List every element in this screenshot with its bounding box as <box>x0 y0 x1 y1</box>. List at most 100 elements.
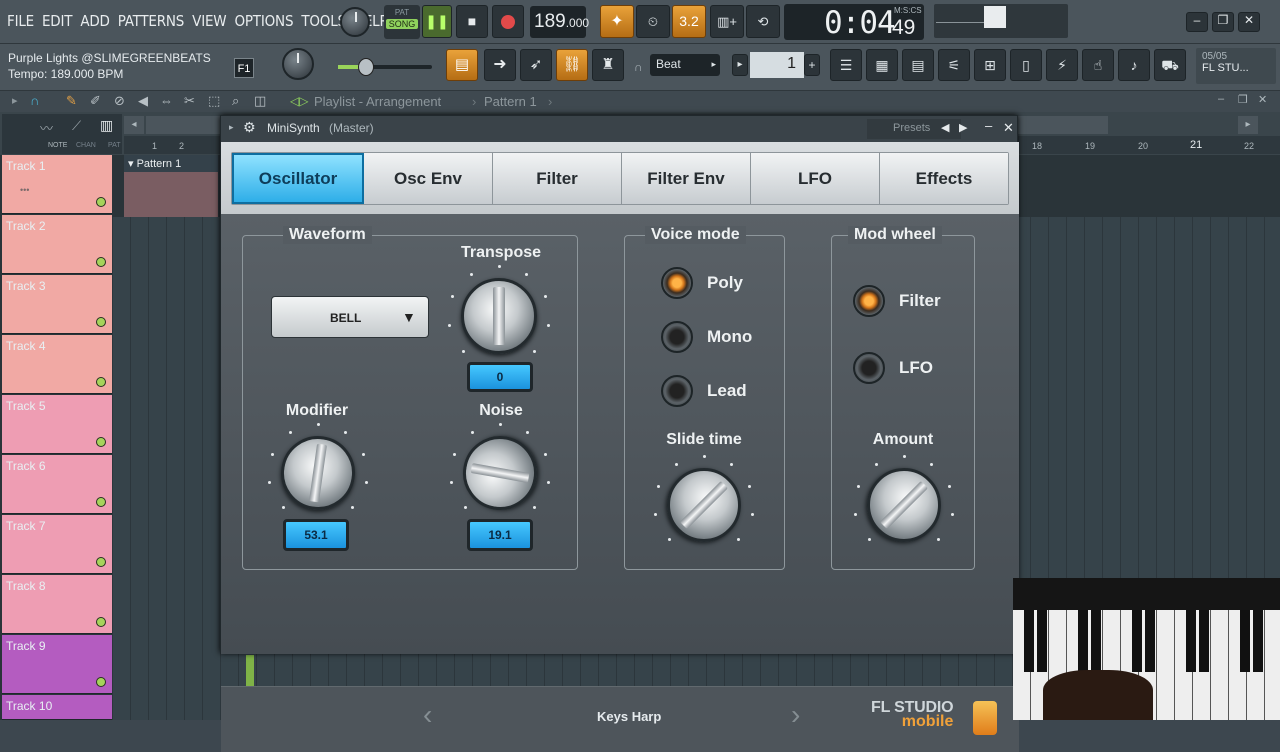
snap-select[interactable]: Beat ▸ <box>650 54 720 76</box>
track-header[interactable]: Track 4 <box>2 335 112 394</box>
track-header[interactable]: Track 10 <box>2 695 112 720</box>
menu-edit[interactable]: EDIT <box>41 12 73 30</box>
modifier-value[interactable]: 53.1 <box>283 519 349 551</box>
delete-icon[interactable]: ⊘ <box>114 93 125 109</box>
track-mute-led[interactable] <box>96 377 106 387</box>
tab-oscillator[interactable]: Oscillator <box>232 153 364 204</box>
select-icon[interactable]: ⬚ <box>208 93 220 109</box>
step-edit-button[interactable]: ➜ <box>484 49 516 81</box>
track-mute-led[interactable] <box>96 437 106 447</box>
menu-view[interactable]: VIEW <box>191 12 227 30</box>
track-header[interactable]: Track 5 <box>2 395 112 454</box>
menu-add[interactable]: ADD <box>79 12 110 30</box>
touch-controller-button[interactable]: ☝ <box>1082 49 1114 81</box>
gear-icon[interactable]: ⚙ <box>243 119 256 136</box>
track-mute-led[interactable] <box>96 317 106 327</box>
browser-button[interactable]: ⊞ <box>974 49 1006 81</box>
pattern-add-button[interactable]: + <box>804 54 820 76</box>
track-mute-led[interactable] <box>96 677 106 687</box>
blend-notes-button[interactable]: ▥+ <box>710 5 744 38</box>
project-info-button[interactable]: ▯ <box>1010 49 1042 81</box>
transpose-knob[interactable] <box>461 278 537 354</box>
toolbar-pat[interactable]: PAT <box>108 142 121 149</box>
menu-file[interactable]: FILE <box>6 12 35 30</box>
typing-keyboard-button[interactable]: ▤ <box>446 49 478 81</box>
zoom-icon[interactable]: ⌕ <box>232 93 239 109</box>
stop-button[interactable]: ■ <box>456 5 488 38</box>
track-header[interactable]: Track 1 ••• <box>2 155 112 214</box>
playlist-button[interactable]: ☰ <box>830 49 862 81</box>
preset-prev-icon[interactable]: ◀ <box>941 121 949 134</box>
pattern-prev-button[interactable]: ▸ <box>732 54 748 76</box>
master-volume-knob[interactable] <box>340 7 370 37</box>
multilink-button[interactable]: ⛓ <box>556 49 588 81</box>
menu-arrow-icon[interactable]: ▸ <box>229 122 234 133</box>
prev-preset-icon[interactable]: ‹ <box>423 699 432 731</box>
loop-record-button[interactable]: ⟲ <box>746 5 780 38</box>
waveform-select[interactable]: BELL ▼ <box>271 296 429 338</box>
automation-icon[interactable]: ⟋ <box>72 118 81 134</box>
shop-button[interactable]: ⛟ <box>1154 49 1186 81</box>
news-panel[interactable]: 05/05 FL STU... <box>1196 48 1276 84</box>
playlist-minimize-icon[interactable]: – <box>1218 93 1224 105</box>
waveform-icon[interactable]: 〰 <box>40 118 53 137</box>
pattern-number[interactable]: 1 <box>750 52 804 78</box>
noise-value[interactable]: 19.1 <box>467 519 533 551</box>
audio-settings-button[interactable]: ♪ <box>1118 49 1150 81</box>
menu-patterns[interactable]: PATTERNS <box>117 12 185 30</box>
restore-button[interactable]: ❐ <box>1212 12 1234 32</box>
menu-arrow-icon[interactable]: ▸ <box>12 94 18 107</box>
menu-options[interactable]: OPTIONS <box>233 12 294 30</box>
modwheel-lfo-radio[interactable] <box>853 352 885 384</box>
toolbar-note[interactable]: NOTE <box>48 142 67 149</box>
scroll-left-button[interactable]: ◂ <box>124 116 144 134</box>
voice-mono-radio[interactable] <box>661 321 693 353</box>
close-button[interactable]: ✕ <box>1238 12 1260 32</box>
tab-osc-env[interactable]: Osc Env <box>364 153 493 204</box>
time-display[interactable]: 0:04 M:S:CS 49 <box>784 4 924 41</box>
scroll-right-button[interactable]: ▸ <box>1238 116 1258 134</box>
transpose-value[interactable]: 0 <box>467 362 533 392</box>
brush-icon[interactable]: ✐ <box>90 93 101 109</box>
snap-button[interactable]: ➶ <box>520 49 552 81</box>
pause-button[interactable]: ❚❚ <box>422 5 452 38</box>
track-header[interactable]: Track 3 <box>2 275 112 334</box>
playlist-restore-icon[interactable]: ❐ <box>1238 93 1248 106</box>
pattern-step-button[interactable]: 3.2 <box>672 5 706 38</box>
stamp-button[interactable]: ♜ <box>592 49 624 81</box>
plugin-picker-button[interactable]: ⚡ <box>1046 49 1078 81</box>
tab-lfo[interactable]: LFO <box>751 153 880 204</box>
track-header[interactable]: Track 7 <box>2 515 112 574</box>
pencil-icon[interactable]: ✎ <box>66 93 77 109</box>
mute-icon[interactable]: ◀ <box>138 93 148 109</box>
master-volume-slider[interactable] <box>338 58 432 76</box>
synth-close-icon[interactable]: ✕ <box>1003 120 1014 136</box>
track-mute-led[interactable] <box>96 257 106 267</box>
pattern-clip[interactable]: ▾ Pattern 1 <box>124 155 218 217</box>
magnet-blue-icon[interactable]: ∩ <box>30 93 39 108</box>
track-header[interactable]: Track 9 <box>2 635 112 694</box>
channel-rack-button[interactable]: ▤ <box>902 49 934 81</box>
piano-roll-button[interactable]: ▦ <box>866 49 898 81</box>
tempo-display[interactable]: 189.000 <box>530 6 589 38</box>
record-button[interactable] <box>492 5 524 38</box>
voice-poly-radio[interactable] <box>661 267 693 299</box>
track-header[interactable]: Track 6 <box>2 455 112 514</box>
track-mute-led[interactable] <box>96 197 106 207</box>
track-header[interactable]: Track 8 <box>2 575 112 634</box>
wait-for-input-button[interactable]: ⏲ <box>636 5 670 38</box>
minimize-button[interactable]: – <box>1186 12 1208 32</box>
playback-icon[interactable]: ◫ <box>254 93 266 109</box>
pat-song-switch[interactable]: PAT SONG <box>384 5 420 39</box>
tab-effects[interactable]: Effects <box>880 153 1008 204</box>
main-pitch-knob[interactable] <box>282 48 314 80</box>
metronome-button[interactable]: ✦ <box>600 5 634 38</box>
toolbar-chan[interactable]: CHAN <box>76 142 96 149</box>
slip-icon[interactable]: ⇔ <box>160 93 173 108</box>
next-preset-icon[interactable]: › <box>791 699 800 731</box>
track-header[interactable]: Track 2 <box>2 215 112 274</box>
track-mute-led[interactable] <box>96 497 106 507</box>
master-volume-thumb[interactable] <box>358 58 374 76</box>
slice-icon[interactable]: ✂ <box>184 93 195 109</box>
hint-key[interactable]: F1 <box>234 58 254 78</box>
